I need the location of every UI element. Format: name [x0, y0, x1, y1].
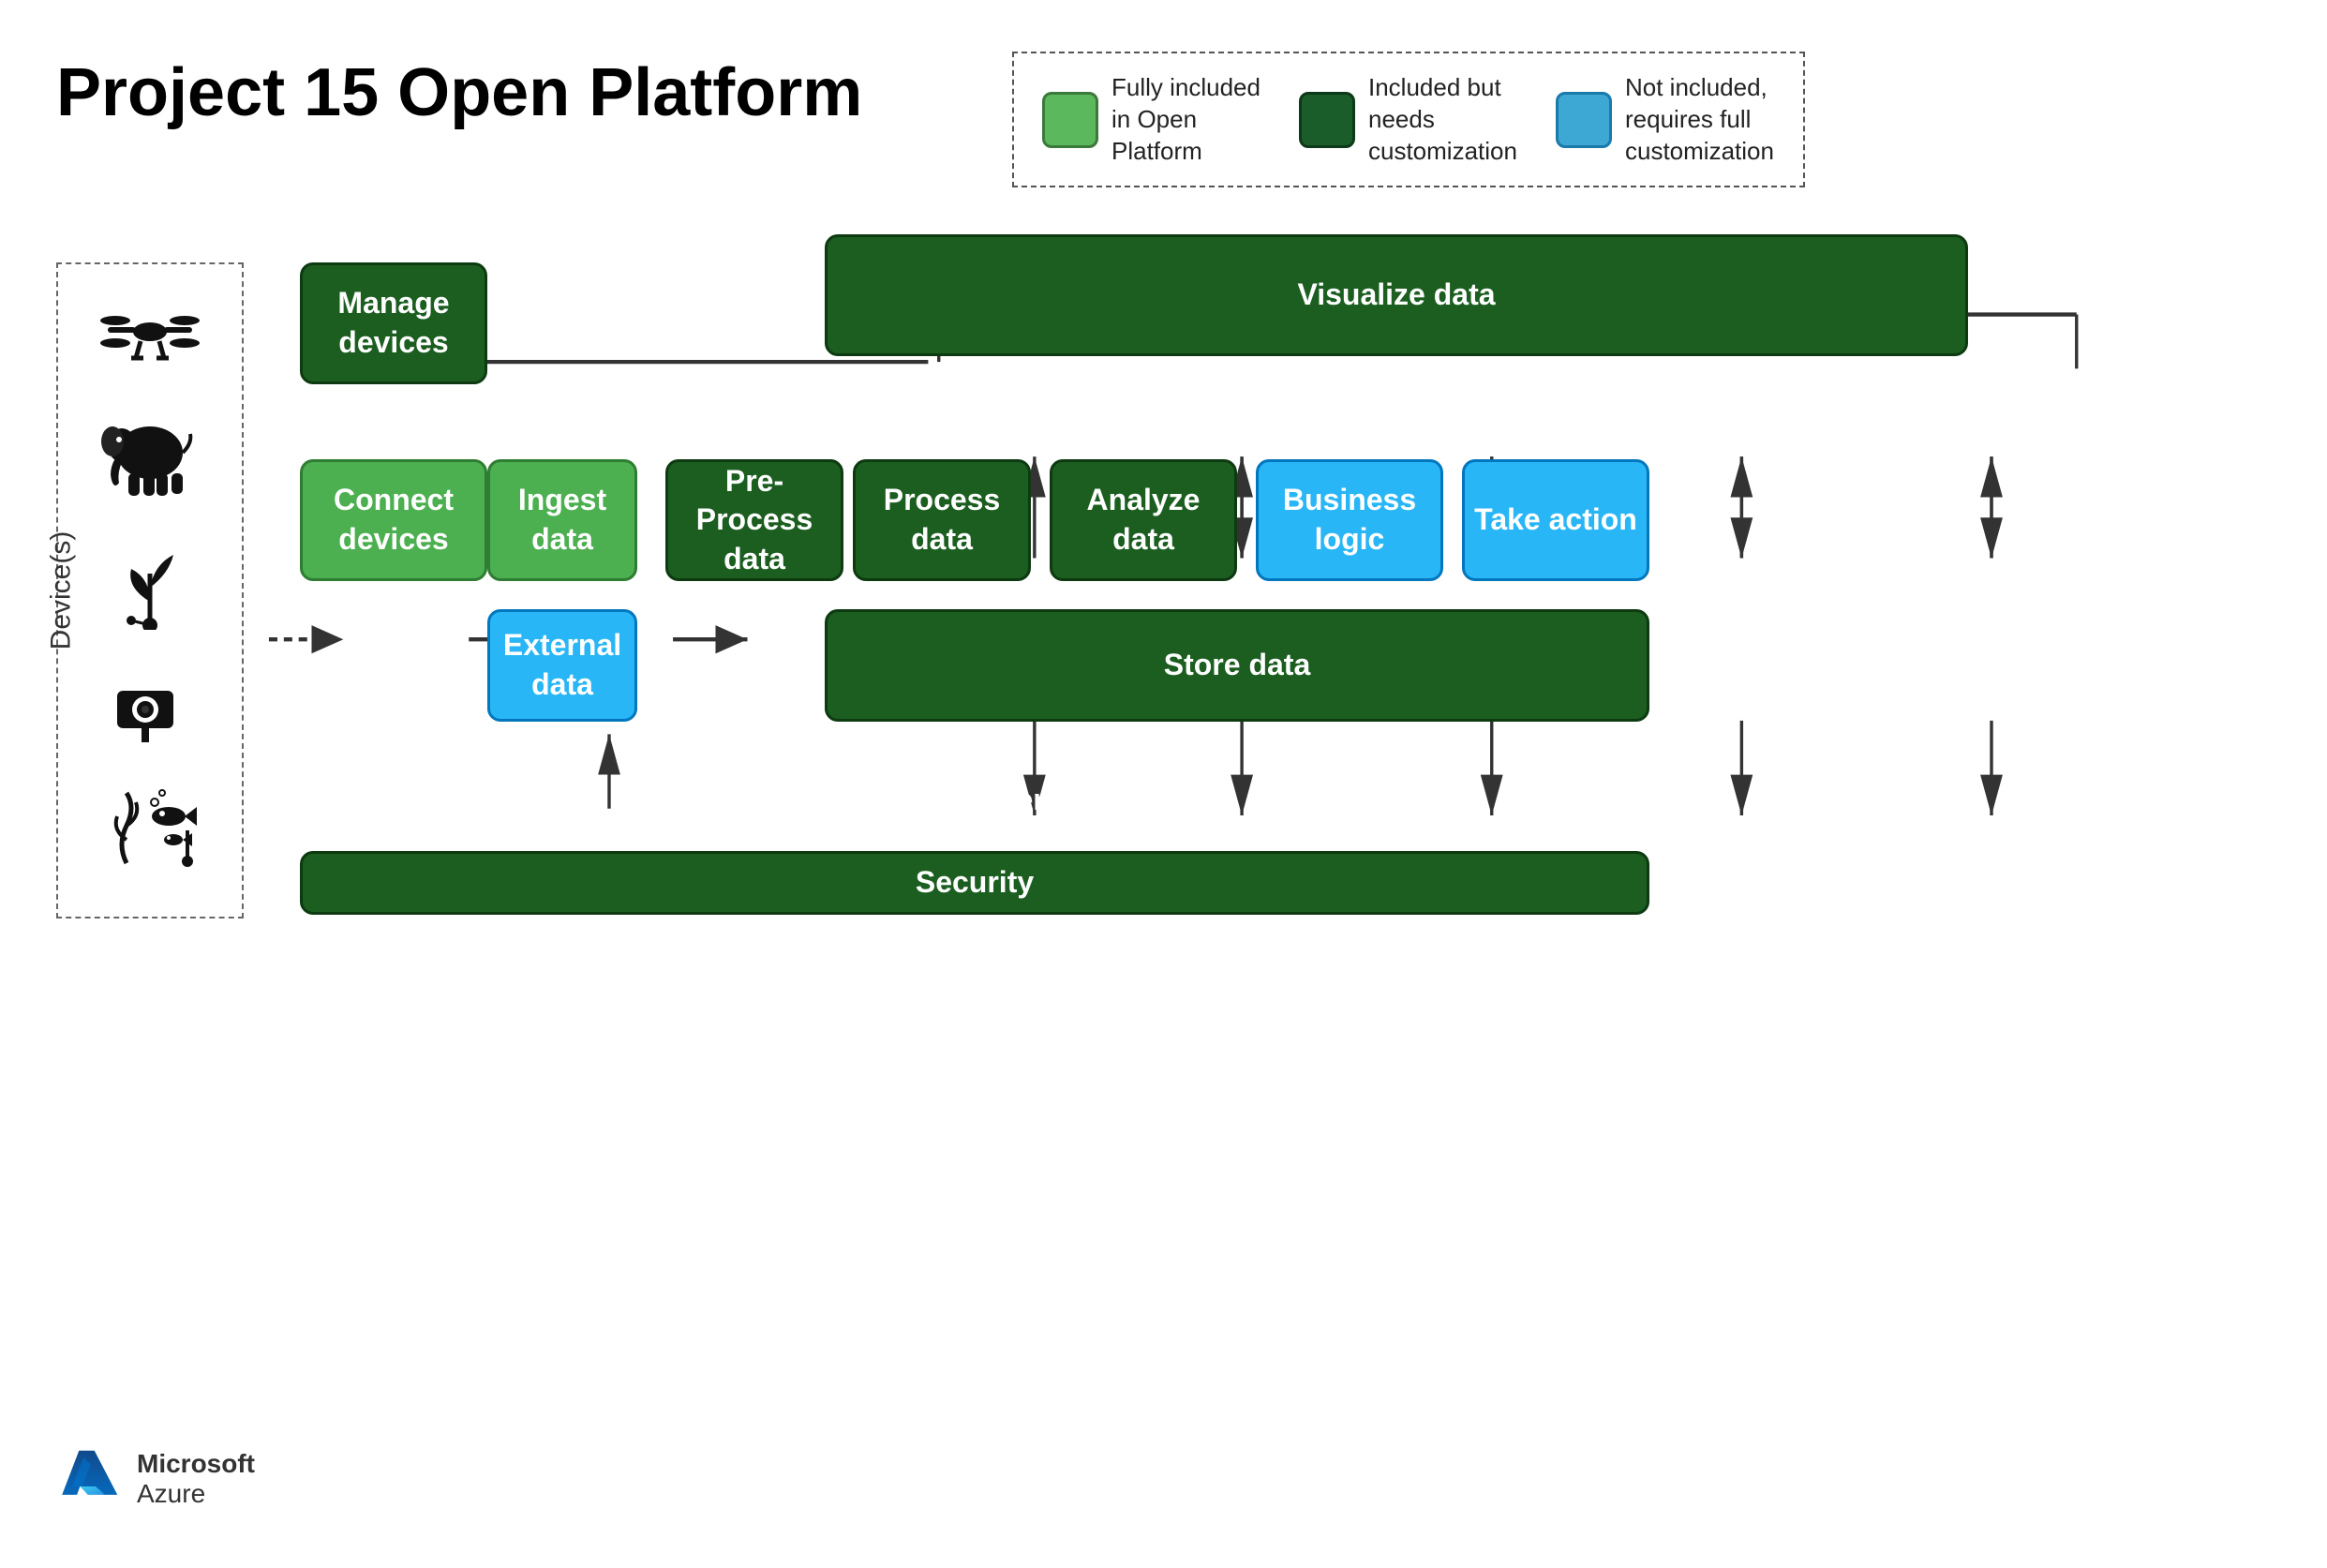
plant-icon	[108, 536, 192, 644]
underwater-icon	[98, 779, 201, 887]
legend-item-dark-green: Included but needs customization	[1299, 72, 1518, 167]
legend-color-dark-green	[1299, 92, 1355, 148]
security-block: Security	[300, 851, 1649, 915]
take-action-block: Take action	[1462, 459, 1649, 581]
azure-logo: Microsoft Azure	[56, 1446, 255, 1512]
visualize-data-block: Visualize data	[825, 234, 1968, 356]
ingest-data-block: Ingest data	[487, 459, 637, 581]
drone-icon	[98, 294, 201, 383]
devices-label: Device(s)	[45, 531, 77, 650]
legend-color-light-green	[1042, 92, 1098, 148]
process-data-block: Process data	[853, 459, 1031, 581]
manage-devices-block: Manage devices	[300, 262, 487, 384]
legend-label-dark-green: Included but needs customization	[1368, 72, 1518, 167]
legend: Fully included in Open Platform Included…	[1012, 52, 1805, 187]
pre-process-data-block: Pre-Process data	[665, 459, 843, 581]
devices-column: Device(s)	[56, 262, 244, 918]
legend-label-blue: Not included, requires full customizatio…	[1625, 72, 1775, 167]
store-data-block: Store data	[825, 609, 1649, 722]
legend-item-blue: Not included, requires full customizatio…	[1556, 72, 1775, 167]
analyze-data-block: Analyze data	[1050, 459, 1237, 581]
elephant-icon	[98, 406, 201, 514]
diagram: Device(s)	[56, 206, 2268, 1425]
page-title: Project 15 Open Platform	[56, 56, 862, 130]
legend-label-light-green: Fully included in Open Platform	[1111, 72, 1261, 167]
azure-icon	[56, 1446, 122, 1512]
external-data-block: External data	[487, 609, 637, 722]
connect-devices-block: Connect devices	[300, 459, 487, 581]
legend-item-light-green: Fully included in Open Platform	[1042, 72, 1261, 167]
camera-icon	[98, 667, 201, 756]
legend-color-blue	[1556, 92, 1612, 148]
user-management-block: User management	[300, 769, 1649, 832]
azure-text: Microsoft Azure	[137, 1449, 255, 1509]
business-logic-block: Business logic	[1256, 459, 1443, 581]
